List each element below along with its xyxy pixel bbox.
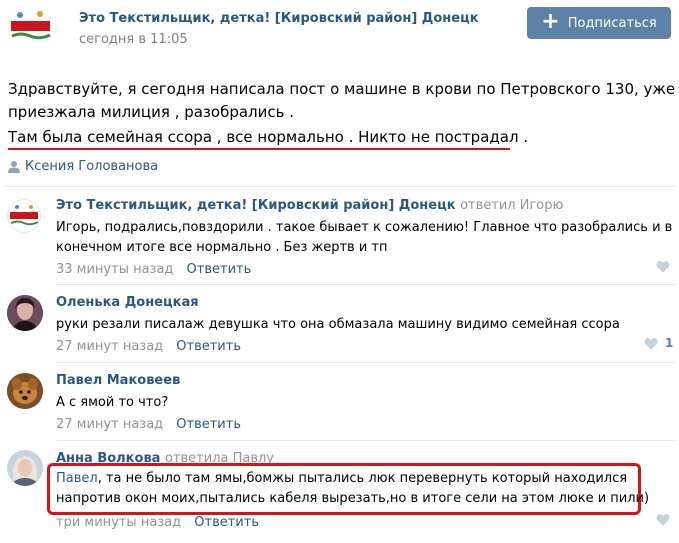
user-photo: [7, 295, 43, 331]
heart-icon[interactable]: [656, 260, 670, 273]
comment-line: руки резали писалаж девушка что она обма…: [56, 317, 620, 332]
heart-icon: [644, 337, 658, 349]
comment-line: напротив окон моих,пытались кабеля вырез…: [56, 491, 650, 506]
comment-time[interactable]: три минуты назад: [56, 515, 181, 530]
comment-time[interactable]: 27 минут назад: [56, 417, 163, 432]
divider: [56, 362, 676, 363]
comment-footer: 27 минут назад Ответить: [56, 335, 241, 354]
comment-avatar[interactable]: [7, 199, 41, 233]
comment-author[interactable]: Это Текстильщик, детка! [Кировский район…: [56, 198, 563, 213]
divider: [56, 284, 676, 285]
comment-avatar[interactable]: [7, 295, 43, 331]
comment-line: Павел, та не было там ямы,бомжы пытались…: [56, 469, 627, 489]
highlight-underline: [8, 148, 510, 150]
comment-time[interactable]: 27 минут назад: [56, 339, 163, 354]
signature-name: Ксения Голованова: [25, 159, 159, 174]
subscribe-label: Подписаться: [567, 15, 657, 31]
user-photo: [7, 373, 43, 409]
comment-line: конечном итоге все нормально . Без жертв…: [56, 240, 388, 255]
post-signature[interactable]: Ксения Голованова: [8, 159, 158, 174]
reply-button[interactable]: Ответить: [194, 515, 259, 530]
heart-icon[interactable]: [656, 513, 670, 526]
subscribe-button[interactable]: + Подписаться: [527, 7, 671, 39]
comment-footer: 27 минут назад Ответить: [56, 413, 241, 432]
reply-button[interactable]: Ответить: [176, 417, 241, 432]
comment-time[interactable]: 33 минуты назад: [56, 262, 173, 277]
post-line-2: приезжала милиция , разобрались .: [8, 103, 295, 121]
user-photo: [7, 450, 43, 486]
divider: [56, 440, 676, 441]
mention-link[interactable]: Павел: [56, 471, 98, 486]
like-button[interactable]: 1: [644, 336, 673, 350]
comment-footer: 33 минуты назад Ответить: [56, 258, 251, 277]
post-line-1: Здравствуйте, я сегодня написала пост о …: [8, 80, 676, 98]
post-line-3: Там была семейная ссора , все нормально …: [8, 128, 529, 146]
group-name[interactable]: Это Текстильщик, детка! [Кировский район…: [79, 11, 479, 26]
comment-author-name[interactable]: Павел Маковеев: [56, 373, 180, 388]
divider: [5, 186, 675, 187]
comment-line: Игорь, подрались,повздорили . такое быва…: [56, 220, 673, 235]
comment-author-name[interactable]: Оленька Донецкая: [56, 295, 199, 310]
person-icon: [8, 161, 20, 173]
group-avatar[interactable]: [6, 2, 55, 51]
post-timestamp[interactable]: сегодня в 11:05: [79, 32, 188, 47]
comment-author-name[interactable]: Это Текстильщик, детка! [Кировский район…: [56, 198, 456, 213]
comment-reply-to[interactable]: ответил Игорю: [460, 198, 563, 213]
comment-footer: три минуты назад Ответить: [56, 511, 259, 530]
comment-avatar[interactable]: [7, 373, 43, 409]
plus-icon: +: [541, 9, 560, 34]
like-count: 1: [665, 336, 674, 350]
comment-text: , та не было там ямы,бомжы пытались люк …: [97, 471, 628, 486]
comment-line: А с ямой то что?: [56, 395, 169, 410]
group-logo: [6, 2, 55, 51]
reply-button[interactable]: Ответить: [187, 262, 252, 277]
group-logo: [10, 205, 39, 226]
reply-button[interactable]: Ответить: [176, 339, 241, 354]
comment-avatar[interactable]: [7, 450, 43, 486]
